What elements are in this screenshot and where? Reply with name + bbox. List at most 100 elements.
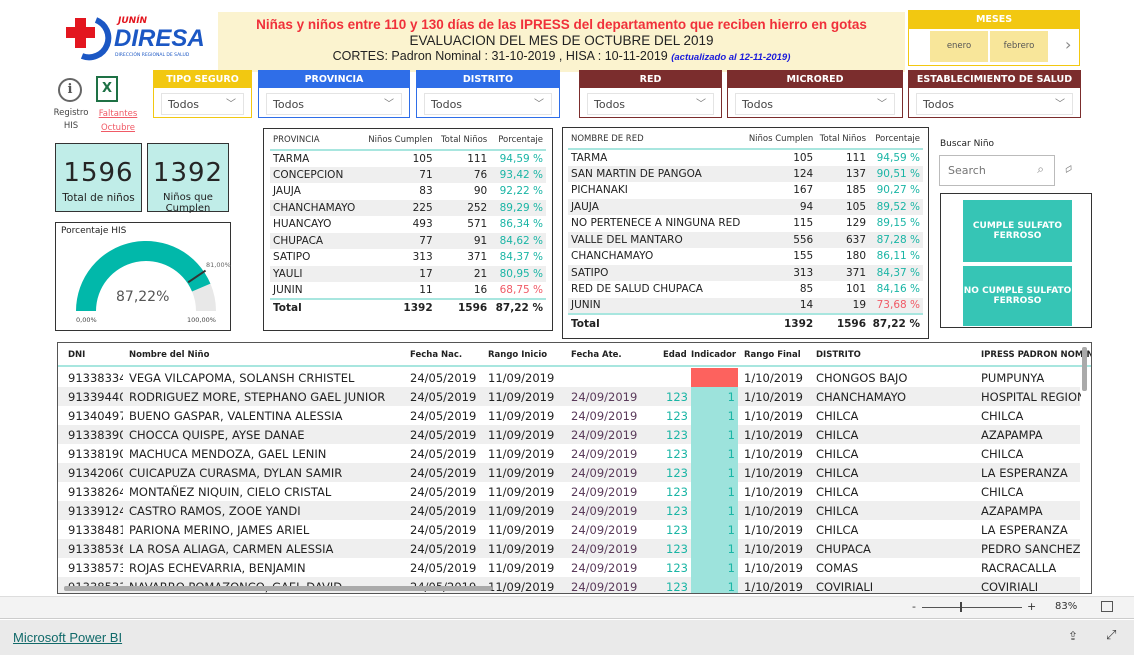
slicer-dropdown[interactable]: Todos ﹀ bbox=[735, 93, 895, 115]
column-header[interactable]: NOMBRE DE RED bbox=[568, 131, 746, 150]
column-header[interactable]: Rango Final bbox=[744, 350, 801, 360]
table-row[interactable]: CHANCHAMAYO 155 180 86,11 % bbox=[568, 248, 923, 265]
chevron-right-icon[interactable]: › bbox=[1065, 35, 1071, 54]
search-box[interactable]: ⌕ bbox=[939, 155, 1055, 186]
column-header[interactable]: DNI bbox=[68, 350, 85, 360]
cell-value: 24/09/2019 bbox=[571, 390, 638, 404]
cell-value: 91339440 bbox=[68, 390, 123, 404]
table-row[interactable]: TARMA 105 111 94,59 % bbox=[270, 150, 546, 167]
table-row[interactable]: CHUPACA 77 91 84,62 % bbox=[270, 232, 546, 249]
vertical-scrollbar[interactable] bbox=[1082, 347, 1087, 391]
cumple-sulfato-button[interactable]: CUMPLE SULFATO FERROSO bbox=[963, 200, 1072, 262]
info-icon[interactable]: i bbox=[58, 78, 82, 102]
table-row[interactable]: YAULI 17 21 80,95 % bbox=[270, 265, 546, 282]
horizontal-scrollbar[interactable] bbox=[64, 586, 492, 591]
column-header[interactable]: Niños Cumplen bbox=[745, 131, 817, 150]
table-cell: 313 bbox=[745, 264, 817, 281]
table-row[interactable]: JUNIN 11 16 68,75 % bbox=[270, 282, 546, 299]
search-icon[interactable]: ⌕ bbox=[1037, 162, 1044, 177]
slicer-dropdown[interactable]: Todos ﹀ bbox=[587, 93, 714, 115]
registro-his-link[interactable]: Registro HIS bbox=[52, 107, 90, 133]
cell-value: 11/09/2019 bbox=[488, 390, 555, 404]
search-input[interactable] bbox=[948, 164, 1028, 177]
table-row[interactable]: 91338536 LA ROSA ALIAGA, CARMEN ALESSIA 24… bbox=[58, 539, 1081, 558]
table-row[interactable]: PICHANAKI 167 185 90,27 % bbox=[568, 182, 923, 199]
column-header[interactable]: Indicador bbox=[691, 350, 736, 360]
share-icon[interactable]: ⇪ bbox=[1068, 629, 1078, 643]
table-row[interactable]: SAN MARTIN DE PANGOA 124 137 90,51 % bbox=[568, 165, 923, 182]
column-header[interactable]: Porcentaje bbox=[490, 132, 546, 151]
table-row[interactable]: 91339440 RODRIGUEZ MORE, STEPHANO GAEL JU… bbox=[58, 387, 1081, 406]
table-row[interactable]: 91339124 CASTRO RAMOS, ZOOE YANDI 24/05/20… bbox=[58, 501, 1080, 520]
eraser-icon[interactable]: ▱ bbox=[1061, 161, 1075, 176]
cell-value: CHILCA bbox=[981, 485, 1024, 499]
table-row[interactable]: 91338390 CHOCCA QUISPE, AYSE DANAE 24/05/2… bbox=[58, 425, 1080, 444]
cell-indicator bbox=[691, 368, 738, 387]
table-row[interactable]: 91338573 ROJAS ECHEVARRIA, BENJAMIN 24/05/… bbox=[58, 558, 1080, 577]
table-row[interactable]: NO PERTENECE A NINGUNA RED 115 129 89,15 % bbox=[568, 215, 923, 232]
meses-title: MESES bbox=[909, 11, 1079, 29]
table-row[interactable]: 91338334 VEGA VILCAPOMA, SOLANSH CRHISTEL… bbox=[58, 368, 1080, 387]
table-cell: 185 bbox=[846, 184, 867, 197]
cell-value: AZAPAMPA bbox=[981, 504, 1043, 518]
column-header[interactable]: Edad bbox=[663, 350, 687, 360]
slicer-dropdown[interactable]: Todos ﹀ bbox=[916, 93, 1073, 115]
zoom-slider[interactable] bbox=[922, 607, 1022, 608]
column-header[interactable]: Rango Inicio bbox=[488, 350, 547, 360]
table-cell: 84,62 % bbox=[490, 232, 546, 249]
cell-value: 1/10/2019 bbox=[744, 561, 803, 575]
column-header[interactable]: PROVINCIA bbox=[270, 132, 363, 151]
table-row[interactable]: RED DE SALUD CHUPACA 85 101 84,16 % bbox=[568, 281, 923, 298]
column-header[interactable]: DISTRITO bbox=[816, 350, 861, 360]
slicer-dropdown[interactable]: Todos ﹀ bbox=[266, 93, 402, 115]
cell-value: RACRACALLA bbox=[981, 561, 1057, 575]
zoom-slider-thumb[interactable] bbox=[960, 602, 962, 612]
powerbi-link[interactable]: Microsoft Power BI bbox=[13, 630, 122, 645]
cell-value: CHILCA bbox=[816, 428, 859, 442]
table-row[interactable]: 91338190 MACHUCA MENDOZA, GAEL LENIN 24/05… bbox=[58, 444, 1080, 463]
table-row[interactable]: SATIPO 313 371 84,37 % bbox=[568, 264, 923, 281]
slicer-value: Todos bbox=[923, 98, 955, 111]
cell-value: 24/05/2019 bbox=[410, 390, 477, 404]
column-header[interactable]: Nombre del Niño bbox=[129, 350, 209, 360]
column-header[interactable]: Fecha Nac. bbox=[410, 350, 462, 360]
table-row[interactable]: 91338481 PARIONA MERINO, JAMES ARIEL 24/05… bbox=[58, 520, 1080, 539]
table-cell: 86,34 % bbox=[499, 218, 543, 231]
kpi-ninos-cumplen: 1392 Niños que Cumplen bbox=[147, 143, 229, 214]
excel-icon[interactable]: X bbox=[96, 76, 118, 102]
table-row[interactable]: 91340497 BUENO GASPAR, VALENTINA ALESSIA 2… bbox=[58, 406, 1080, 425]
total-cell: 87,22 % bbox=[869, 313, 923, 332]
zoom-out-button[interactable]: - bbox=[912, 600, 916, 613]
table-row[interactable]: CHANCHAMAYO 225 252 89,29 % bbox=[270, 199, 546, 216]
column-header[interactable]: Niños Cumplen bbox=[362, 132, 436, 151]
month-enero[interactable]: enero bbox=[930, 31, 988, 62]
fit-page-icon[interactable] bbox=[1101, 601, 1113, 612]
zoom-in-button[interactable]: + bbox=[1027, 600, 1036, 613]
table-row[interactable]: CONCEPCION 71 76 93,42 % bbox=[270, 166, 546, 183]
column-header[interactable]: Total Niños bbox=[816, 131, 870, 150]
table-cell: 68,75 % bbox=[499, 283, 543, 296]
no-cumple-sulfato-button[interactable]: NO CUMPLE SULFATO FERROSO bbox=[963, 266, 1072, 326]
fullscreen-icon[interactable]: ⤢ bbox=[1106, 628, 1116, 643]
table-row[interactable]: TARMA 105 111 94,59 % bbox=[568, 149, 923, 166]
slicer-dropdown[interactable]: Todos ﹀ bbox=[424, 93, 552, 115]
table-row[interactable]: JUNIN 14 19 73,68 % bbox=[568, 297, 923, 314]
total-cell: Total bbox=[270, 297, 363, 317]
table-row[interactable]: HUANCAYO 493 571 86,34 % bbox=[270, 216, 546, 233]
column-header[interactable]: Fecha Ate. bbox=[571, 350, 622, 360]
table-row[interactable]: 91342060 CUICAPUZA CURASMA, DYLAN SAMIR 24… bbox=[58, 463, 1080, 482]
month-febrero[interactable]: febrero bbox=[990, 31, 1048, 62]
table-cell: 16 bbox=[473, 283, 488, 296]
kpi-label: Total de niños bbox=[62, 192, 135, 204]
column-header[interactable]: Total Niños bbox=[435, 132, 491, 151]
table-row[interactable]: JAUJA 94 105 89,52 % bbox=[568, 198, 923, 215]
table-row[interactable]: JAUJA 83 90 92,22 % bbox=[270, 183, 546, 200]
column-header[interactable]: IPRESS PADRON NOMIN bbox=[981, 350, 1091, 360]
slicer-dropdown[interactable]: Todos ﹀ bbox=[161, 93, 244, 115]
table-row[interactable]: 91338264 MONTAÑEZ NIQUIN, CIELO CRISTAL 24… bbox=[58, 482, 1080, 501]
table-row[interactable]: SATIPO 313 371 84,37 % bbox=[270, 249, 546, 266]
faltantes-octubre-link[interactable]: Faltantes Octubre bbox=[96, 107, 140, 135]
table-cell: 86,11 % bbox=[876, 250, 920, 263]
table-row[interactable]: VALLE DEL MANTARO 556 637 87,28 % bbox=[568, 231, 923, 248]
column-header[interactable]: Porcentaje bbox=[869, 131, 923, 150]
